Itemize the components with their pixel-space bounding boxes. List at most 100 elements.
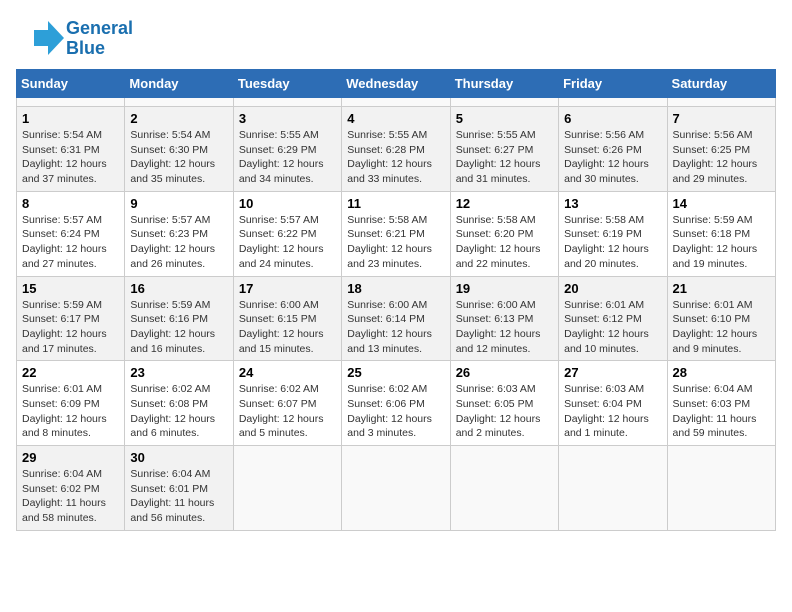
weekday-sunday: Sunday: [17, 70, 125, 98]
calendar-cell: [559, 98, 667, 107]
calendar-cell: 29Sunrise: 6:04 AM Sunset: 6:02 PM Dayli…: [17, 446, 125, 531]
day-number: 28: [673, 365, 770, 380]
day-info: Sunrise: 6:02 AM Sunset: 6:06 PM Dayligh…: [347, 382, 444, 441]
calendar-cell: 17Sunrise: 6:00 AM Sunset: 6:15 PM Dayli…: [233, 276, 341, 361]
calendar-week-row: 15 Sunrise: 5:59 AM Sunset: 6:17 PM Dayli…: [17, 276, 776, 361]
weekday-thursday: Thursday: [450, 70, 558, 98]
day-info: Sunrise: 5:57 AM Sunset: 6:24 PM Dayligh…: [22, 213, 119, 272]
day-info: Sunrise: 6:00 AM Sunset: 6:13 PM Dayligh…: [456, 298, 553, 357]
calendar-cell: 28 Sunrise: 6:04 AM Sunset: 6:03 PM Dayli…: [667, 361, 775, 446]
calendar-week-row: [17, 98, 776, 107]
calendar-cell: 2Sunrise: 5:54 AM Sunset: 6:30 PM Daylig…: [125, 107, 233, 192]
day-number: 19: [456, 281, 553, 296]
calendar-body: 1Sunrise: 5:54 AM Sunset: 6:31 PM Daylig…: [17, 98, 776, 531]
day-number: 10: [239, 196, 336, 211]
calendar-week-row: 8 Sunrise: 5:57 AM Sunset: 6:24 PM Daylig…: [17, 191, 776, 276]
page-header: GeneralBlue: [16, 16, 776, 61]
day-number: 26: [456, 365, 553, 380]
day-info: Sunrise: 6:01 AM Sunset: 6:09 PM Dayligh…: [22, 382, 119, 441]
day-info: Sunrise: 5:58 AM Sunset: 6:20 PM Dayligh…: [456, 213, 553, 272]
day-number: 4: [347, 111, 444, 126]
calendar-cell: [342, 446, 450, 531]
day-number: 8: [22, 196, 119, 211]
calendar-cell: 30 Sunrise: 6:04 AM Sunset: 6:01 PM Dayli…: [125, 446, 233, 531]
day-number: 15: [22, 281, 119, 296]
calendar-cell: 3 Sunrise: 5:55 AM Sunset: 6:29 PM Daylig…: [233, 107, 341, 192]
calendar-cell: 19 Sunrise: 6:00 AM Sunset: 6:13 PM Dayli…: [450, 276, 558, 361]
calendar-cell: [450, 98, 558, 107]
calendar-cell: 27Sunrise: 6:03 AM Sunset: 6:04 PM Dayli…: [559, 361, 667, 446]
calendar-cell: 24 Sunrise: 6:02 AM Sunset: 6:07 PM Dayli…: [233, 361, 341, 446]
day-number: 12: [456, 196, 553, 211]
calendar-cell: 1Sunrise: 5:54 AM Sunset: 6:31 PM Daylig…: [17, 107, 125, 192]
calendar-cell: 10 Sunrise: 5:57 AM Sunset: 6:22 PM Dayli…: [233, 191, 341, 276]
day-number: 5: [456, 111, 553, 126]
weekday-saturday: Saturday: [667, 70, 775, 98]
day-number: 18: [347, 281, 444, 296]
day-number: 29: [22, 450, 119, 465]
calendar-cell: [667, 446, 775, 531]
day-info: Sunrise: 5:59 AM Sunset: 6:18 PM Dayligh…: [673, 213, 770, 272]
day-info: Sunrise: 5:54 AM Sunset: 6:31 PM Dayligh…: [22, 128, 119, 187]
day-info: Sunrise: 5:58 AM Sunset: 6:21 PM Dayligh…: [347, 213, 444, 272]
calendar-cell: [559, 446, 667, 531]
calendar-cell: 26 Sunrise: 6:03 AM Sunset: 6:05 PM Dayli…: [450, 361, 558, 446]
calendar-cell: [17, 98, 125, 107]
calendar-cell: [342, 98, 450, 107]
day-info: Sunrise: 5:59 AM Sunset: 6:17 PM Dayligh…: [22, 298, 119, 357]
day-info: Sunrise: 5:57 AM Sunset: 6:22 PM Dayligh…: [239, 213, 336, 272]
day-number: 14: [673, 196, 770, 211]
calendar-cell: 4 Sunrise: 5:55 AM Sunset: 6:28 PM Daylig…: [342, 107, 450, 192]
logo-general: General: [66, 19, 133, 39]
day-number: 2: [130, 111, 227, 126]
calendar-cell: [233, 98, 341, 107]
day-number: 16: [130, 281, 227, 296]
calendar-cell: 23Sunrise: 6:02 AM Sunset: 6:08 PM Dayli…: [125, 361, 233, 446]
day-info: Sunrise: 5:58 AM Sunset: 6:19 PM Dayligh…: [564, 213, 661, 272]
weekday-tuesday: Tuesday: [233, 70, 341, 98]
day-number: 9: [130, 196, 227, 211]
day-number: 20: [564, 281, 661, 296]
day-number: 11: [347, 196, 444, 211]
weekday-wednesday: Wednesday: [342, 70, 450, 98]
day-info: Sunrise: 6:03 AM Sunset: 6:05 PM Dayligh…: [456, 382, 553, 441]
day-number: 24: [239, 365, 336, 380]
calendar-cell: 9 Sunrise: 5:57 AM Sunset: 6:23 PM Daylig…: [125, 191, 233, 276]
calendar-cell: 18 Sunrise: 6:00 AM Sunset: 6:14 PM Dayli…: [342, 276, 450, 361]
day-number: 23: [130, 365, 227, 380]
logo-icon: [16, 16, 66, 61]
day-info: Sunrise: 6:00 AM Sunset: 6:15 PM Dayligh…: [239, 298, 336, 357]
day-info: Sunrise: 6:02 AM Sunset: 6:07 PM Dayligh…: [239, 382, 336, 441]
calendar-cell: [233, 446, 341, 531]
calendar-cell: 11 Sunrise: 5:58 AM Sunset: 6:21 PM Dayli…: [342, 191, 450, 276]
day-info: Sunrise: 5:59 AM Sunset: 6:16 PM Dayligh…: [130, 298, 227, 357]
calendar-cell: 6 Sunrise: 5:56 AM Sunset: 6:26 PM Daylig…: [559, 107, 667, 192]
day-info: Sunrise: 6:03 AM Sunset: 6:04 PM Dayligh…: [564, 382, 661, 441]
day-number: 30: [130, 450, 227, 465]
day-info: Sunrise: 6:01 AM Sunset: 6:12 PM Dayligh…: [564, 298, 661, 357]
day-info: Sunrise: 6:04 AM Sunset: 6:01 PM Dayligh…: [130, 467, 227, 526]
day-number: 3: [239, 111, 336, 126]
day-info: Sunrise: 5:56 AM Sunset: 6:25 PM Dayligh…: [673, 128, 770, 187]
day-number: 13: [564, 196, 661, 211]
calendar-cell: 5Sunrise: 5:55 AM Sunset: 6:27 PM Daylig…: [450, 107, 558, 192]
weekday-friday: Friday: [559, 70, 667, 98]
day-number: 6: [564, 111, 661, 126]
logo: GeneralBlue: [16, 16, 133, 61]
calendar-week-row: 29Sunrise: 6:04 AM Sunset: 6:02 PM Dayli…: [17, 446, 776, 531]
day-info: Sunrise: 6:00 AM Sunset: 6:14 PM Dayligh…: [347, 298, 444, 357]
calendar-cell: 15 Sunrise: 5:59 AM Sunset: 6:17 PM Dayli…: [17, 276, 125, 361]
day-info: Sunrise: 5:57 AM Sunset: 6:23 PM Dayligh…: [130, 213, 227, 272]
calendar-cell: 25Sunrise: 6:02 AM Sunset: 6:06 PM Dayli…: [342, 361, 450, 446]
weekday-monday: Monday: [125, 70, 233, 98]
day-info: Sunrise: 6:04 AM Sunset: 6:03 PM Dayligh…: [673, 382, 770, 441]
calendar-cell: 12 Sunrise: 5:58 AM Sunset: 6:20 PM Dayli…: [450, 191, 558, 276]
day-info: Sunrise: 5:55 AM Sunset: 6:28 PM Dayligh…: [347, 128, 444, 187]
calendar-table: SundayMondayTuesdayWednesdayThursdayFrid…: [16, 69, 776, 531]
day-info: Sunrise: 5:56 AM Sunset: 6:26 PM Dayligh…: [564, 128, 661, 187]
calendar-cell: 13 Sunrise: 5:58 AM Sunset: 6:19 PM Dayli…: [559, 191, 667, 276]
day-info: Sunrise: 5:55 AM Sunset: 6:29 PM Dayligh…: [239, 128, 336, 187]
calendar-header: SundayMondayTuesdayWednesdayThursdayFrid…: [17, 70, 776, 98]
day-number: 21: [673, 281, 770, 296]
calendar-cell: 21Sunrise: 6:01 AM Sunset: 6:10 PM Dayli…: [667, 276, 775, 361]
